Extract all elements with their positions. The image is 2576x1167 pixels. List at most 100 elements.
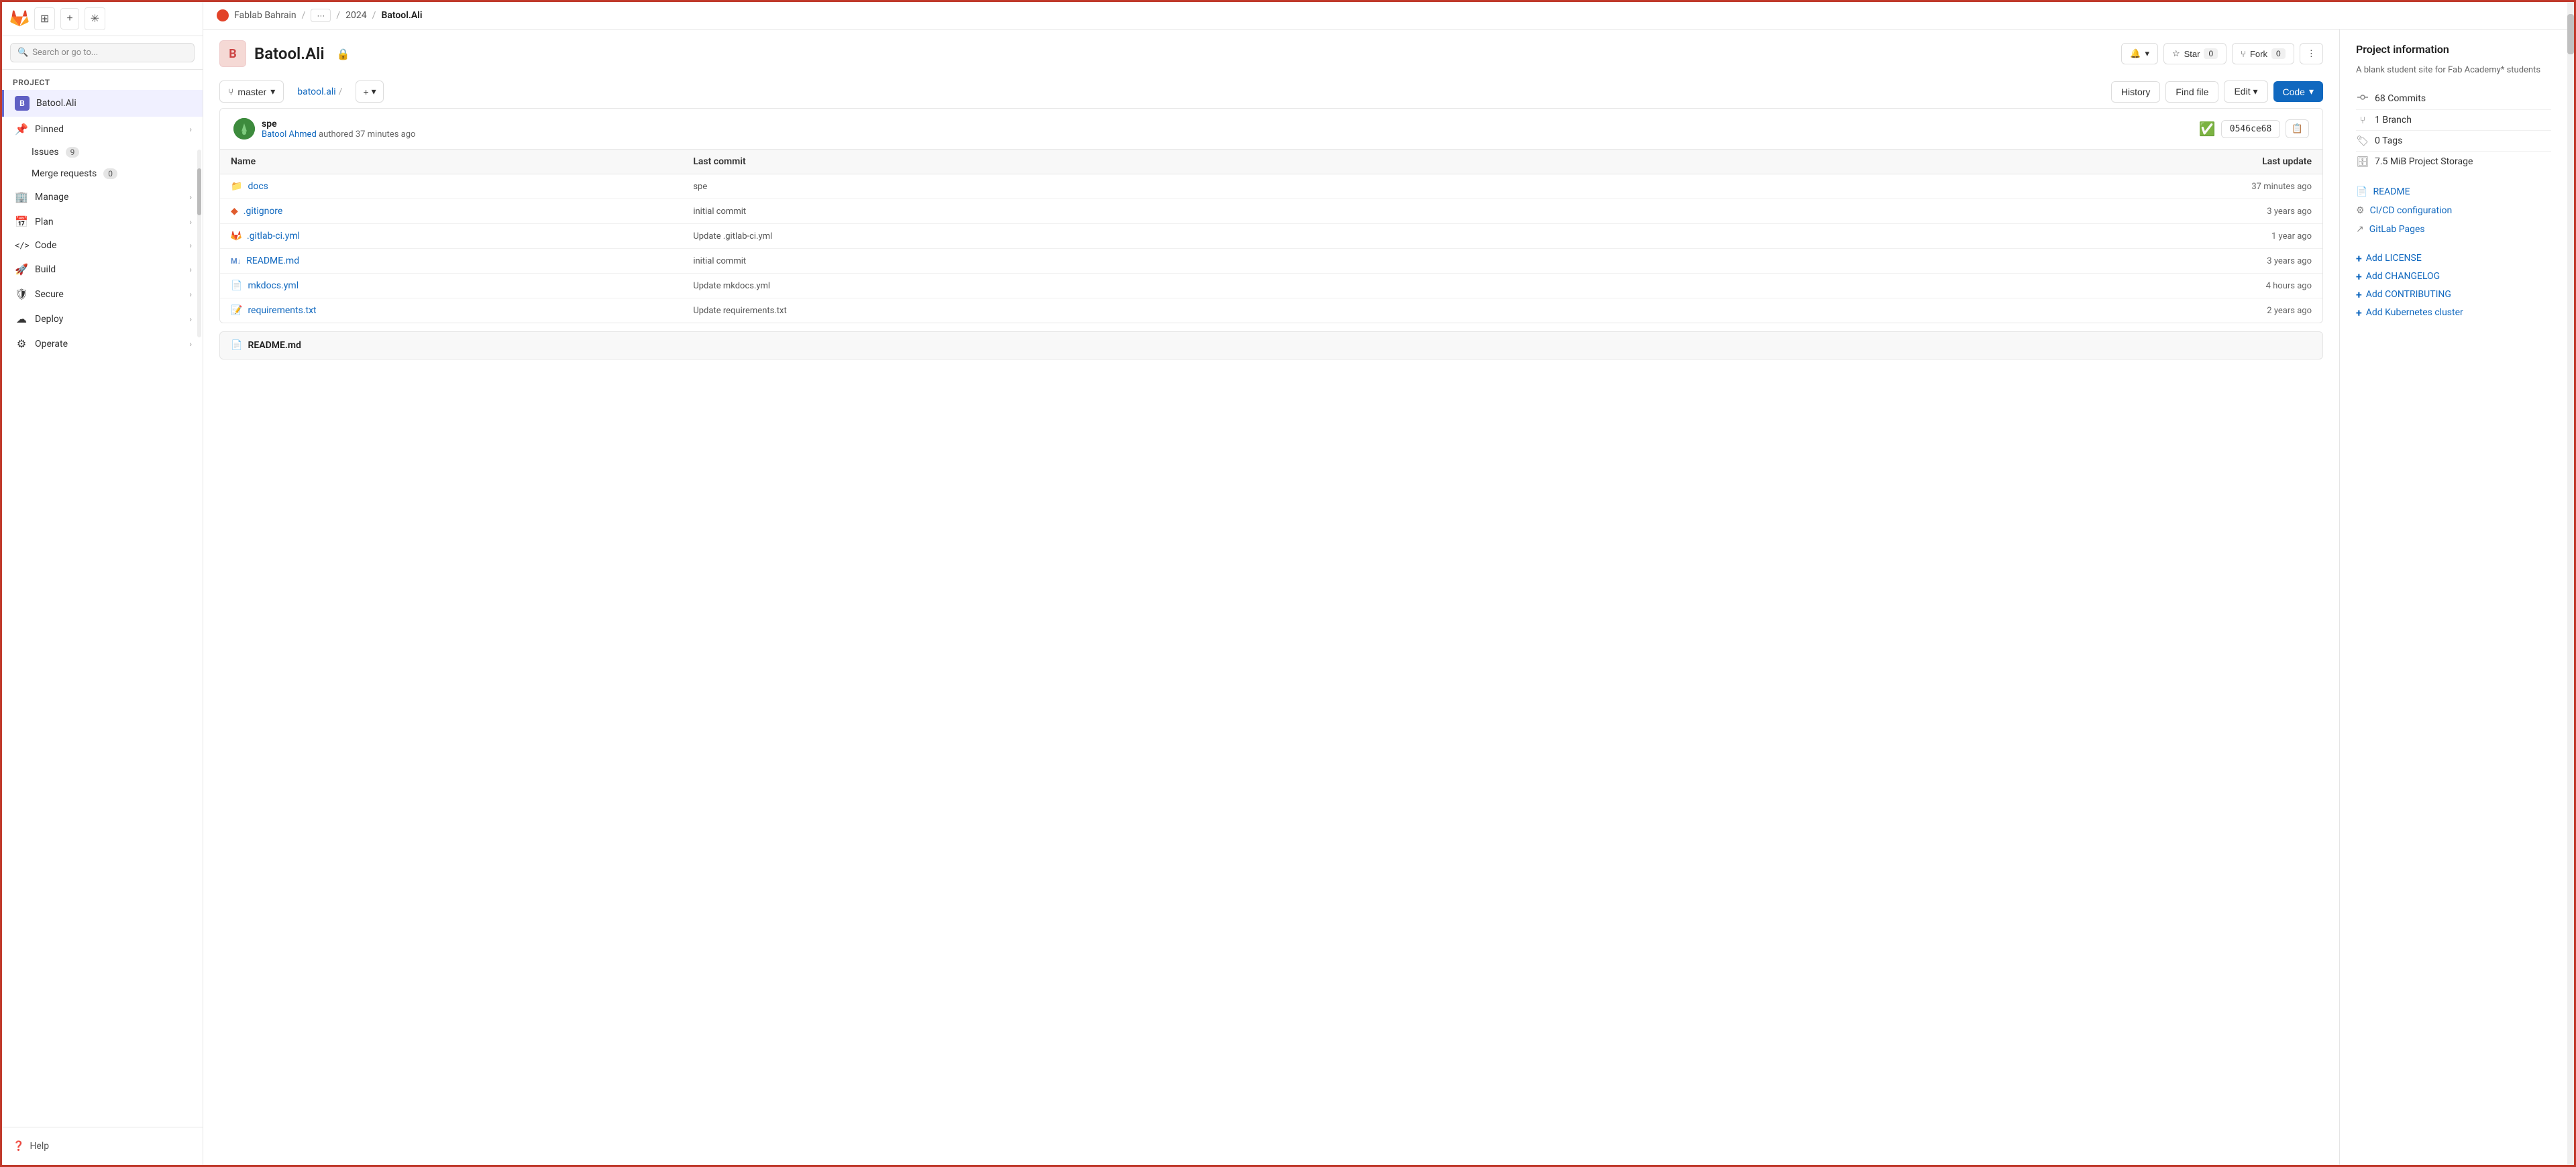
stat-branch[interactable]: ⑂ 1 Branch (2356, 110, 2551, 131)
add-changelog-link[interactable]: + Add CHANGELOG (2356, 268, 2551, 286)
readme-file-icon: 📄 (231, 340, 242, 351)
cicd-link[interactable]: CI/CD configuration (2370, 205, 2453, 216)
sidebar-item-help[interactable]: ❓ Help (13, 1135, 192, 1157)
chevron-right-icon-plan: › (189, 217, 192, 227)
yaml-icon: 📄 (231, 280, 242, 291)
folder-icon: 📁 (231, 181, 242, 192)
table-row[interactable]: M↓ README.md initial commit 3 years ago (220, 249, 2322, 274)
readme-link[interactable]: README (2373, 186, 2410, 197)
search-box[interactable]: 🔍 Search or go to... (10, 43, 195, 62)
readme-bar[interactable]: 📄 README.md (219, 331, 2323, 359)
file-date-requirements: 2 years ago (1618, 306, 2312, 316)
table-row[interactable]: 📁 docs spe 37 minutes ago (220, 174, 2322, 199)
breadcrumb-org[interactable]: Fablab Bahrain (234, 10, 297, 21)
sidebar-item-plan[interactable]: 📅 Plan › (2, 209, 203, 234)
sidebar-item-label-secure: Secure (35, 289, 182, 300)
col-name: Name (231, 156, 693, 167)
file-commit-gitignore: initial commit (693, 207, 1618, 217)
check-circle-icon: ✅ (2199, 121, 2216, 137)
author-name[interactable]: Batool Ahmed (262, 129, 317, 140)
stat-commits[interactable]: 68 Commits (2356, 88, 2551, 110)
file-name-readme: README.md (246, 256, 299, 266)
commit-details: spe Batool Ahmed authored 37 minutes ago (262, 119, 415, 140)
code-button[interactable]: Code ▾ (2273, 81, 2324, 102)
deploy-icon: ☁ (15, 313, 28, 325)
branch-name: master (237, 87, 266, 97)
sidebar-item-label-build: Build (35, 264, 182, 275)
path-root[interactable]: batool.ali (297, 87, 335, 97)
chevron-right-icon-build: › (189, 265, 192, 274)
right-sidebar: Project information A blank student site… (2339, 30, 2567, 1165)
commit-hash: 0546ce68 (2221, 120, 2281, 138)
sidebar-item-project[interactable]: B Batool.Ali (2, 90, 203, 117)
chevron-right-icon: › (189, 192, 192, 202)
code-btn-chevron: ▾ (2309, 86, 2314, 97)
branch-icon: ⑂ (228, 87, 233, 97)
sidebar-item-issues[interactable]: Issues 9 (2, 142, 203, 163)
add-kubernetes-link[interactable]: + Add Kubernetes cluster (2356, 304, 2551, 322)
sidebar-item-merge-requests[interactable]: Merge requests 0 (2, 163, 203, 184)
right-scrollbar[interactable] (2567, 2, 2574, 1165)
breadcrumb-year[interactable]: 2024 (345, 10, 366, 21)
gitignore-icon: ◆ (231, 206, 238, 217)
file-name-gitignore: .gitignore (244, 206, 283, 217)
top-breadcrumb-bar: Fablab Bahrain / ··· / 2024 / Batool.Ali (203, 2, 2567, 30)
commit-message: spe (262, 119, 415, 129)
add-file-button[interactable]: + ▾ (356, 80, 383, 103)
link-cicd[interactable]: ⚙ CI/CD configuration (2356, 201, 2551, 220)
copy-hash-button[interactable]: 📋 (2286, 119, 2309, 138)
stat-tags[interactable]: 🏷 0 Tags (2356, 131, 2551, 152)
chevron-right-icon-secure: › (189, 290, 192, 299)
link-readme[interactable]: 📄 README (2356, 182, 2551, 201)
commits-count: 68 Commits (2375, 93, 2426, 104)
branch-selector-button[interactable]: ⑂ master ▾ (219, 80, 284, 103)
col-commit: Last commit (693, 156, 1618, 167)
sidebar-item-code[interactable]: </> Code › (2, 234, 203, 257)
file-name-mkdocs: mkdocs.yml (248, 280, 299, 291)
add-license-link[interactable]: + Add LICENSE (2356, 249, 2551, 268)
pages-link-icon: ↗ (2356, 224, 2364, 235)
table-row[interactable]: 📄 mkdocs.yml Update mkdocs.yml 4 hours a… (220, 274, 2322, 298)
more-actions-button[interactable]: ⋮ (2300, 43, 2323, 64)
code-icon: </> (15, 241, 28, 250)
sidebar-toggle-button[interactable]: ⊞ (34, 7, 55, 30)
sidebar-item-manage[interactable]: 🏢 Manage › (2, 184, 203, 209)
notifications-button[interactable]: 🔔 ▾ (2121, 43, 2158, 64)
new-item-button[interactable]: + (60, 8, 78, 30)
table-row[interactable]: .gitlab-ci.yml Update .gitlab-ci.yml 1 y… (220, 224, 2322, 249)
code-btn-label: Code (2283, 87, 2305, 97)
branch-chevron: ▾ (270, 86, 275, 97)
notifications-chevron: ▾ (2145, 48, 2149, 59)
star-label: Star (2184, 49, 2200, 59)
add-contributing-link[interactable]: + Add CONTRIBUTING (2356, 286, 2551, 304)
plan-icon: 📅 (15, 215, 28, 228)
find-file-button[interactable]: Find file (2165, 81, 2218, 103)
sidebar-item-deploy[interactable]: ☁ Deploy › (2, 307, 203, 331)
text-file-icon: 📝 (231, 305, 242, 316)
sidebar-item-build[interactable]: 🚀 Build › (2, 257, 203, 282)
command-palette-button[interactable]: ✳ (85, 7, 105, 30)
sidebar-item-label-deploy: Deploy (35, 314, 182, 325)
edit-button[interactable]: Edit ▾ (2224, 80, 2267, 103)
gitlab-logo-icon (10, 9, 29, 28)
table-row[interactable]: 📝 requirements.txt Update requirements.t… (220, 298, 2322, 323)
fork-button[interactable]: ⑂ Fork 0 (2232, 43, 2294, 64)
pages-link[interactable]: GitLab Pages (2369, 224, 2425, 235)
commit-avatar (233, 118, 255, 140)
secure-icon: 🛡 (15, 288, 28, 300)
sidebar-item-secure[interactable]: 🛡 Secure › (2, 282, 203, 307)
storage-icon: 🗄 (2356, 156, 2369, 168)
fork-count: 0 (2271, 48, 2286, 59)
cicd-link-icon: ⚙ (2356, 205, 2365, 216)
table-row[interactable]: ◆ .gitignore initial commit 3 years ago (220, 199, 2322, 224)
breadcrumb-sep2: / (336, 10, 340, 21)
sidebar-item-pinned[interactable]: 📌 Pinned › (2, 117, 203, 142)
history-button[interactable]: History (2111, 81, 2161, 103)
add-contributing-label: Add CONTRIBUTING (2366, 289, 2451, 300)
star-count: 0 (2204, 48, 2218, 59)
star-button[interactable]: ☆ Star 0 (2163, 43, 2226, 64)
link-pages[interactable]: ↗ GitLab Pages (2356, 220, 2551, 239)
breadcrumb-more-button[interactable]: ··· (311, 9, 331, 22)
sidebar-item-operate[interactable]: ⚙ Operate › (2, 331, 203, 356)
storage-size: 7.5 MiB Project Storage (2375, 156, 2473, 167)
